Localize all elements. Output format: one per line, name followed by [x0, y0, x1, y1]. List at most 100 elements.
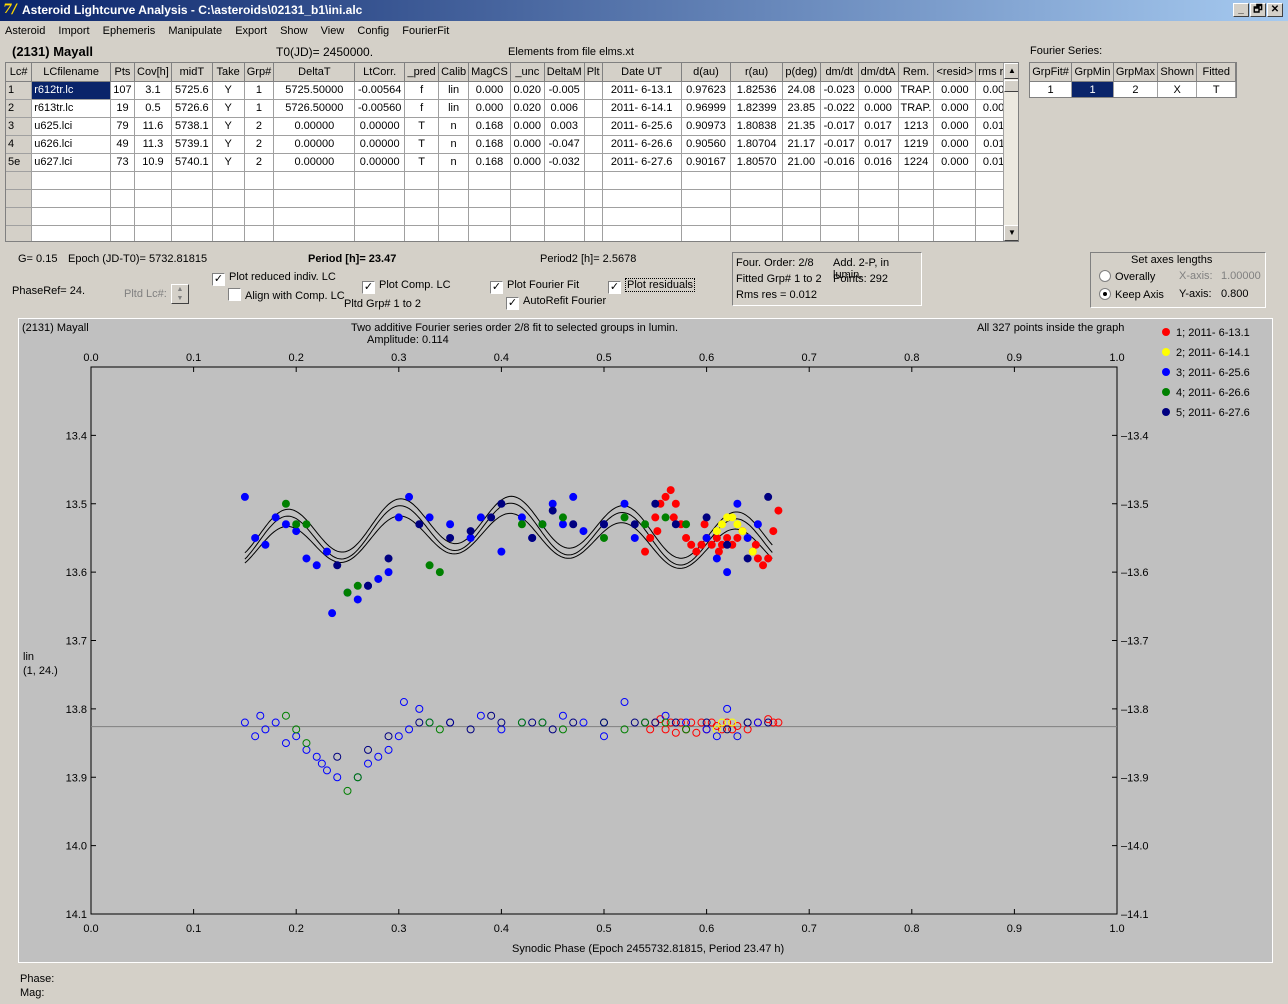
table-cell[interactable] [898, 189, 935, 208]
table-cell[interactable]: -0.00560 [354, 99, 406, 118]
fourier-column-header[interactable]: Fitted [1196, 63, 1236, 82]
row-header[interactable]: 2 [6, 99, 33, 118]
table-cell[interactable] [584, 153, 603, 172]
table-cell[interactable] [858, 225, 899, 241]
table-cell[interactable] [438, 189, 470, 208]
plot-reduced-checkbox[interactable]: ✓ Plot reduced indiv. LC [212, 271, 336, 286]
table-row[interactable]: 2 r613tr.lc 19 0.5 5726.6 Y 1 5726.50000 -0.0056… [6, 99, 1018, 118]
table-cell[interactable]: 0.00000 [354, 117, 406, 136]
table-cell[interactable]: 2011- 6-14.1 [602, 99, 682, 118]
table-cell[interactable]: 19 [110, 99, 135, 118]
table-cell[interactable]: 79 [110, 117, 135, 136]
column-header[interactable]: Plt [584, 63, 603, 82]
table-cell[interactable]: -0.005 [544, 81, 585, 100]
table-row[interactable]: 1 r612tr.lc 107 3.1 5725.6 Y 1 5725.50000 -0.005… [6, 81, 1018, 100]
restore-button[interactable]: 🗗 [1250, 3, 1266, 17]
table-cell[interactable]: 5740.1 [171, 153, 213, 172]
scroll-up-button[interactable]: ▲ [1004, 63, 1018, 79]
y-axis-value[interactable]: 0.800 [1221, 288, 1249, 300]
table-cell[interactable]: 10.9 [134, 153, 172, 172]
table-cell[interactable]: 0.90973 [681, 117, 732, 136]
table-cell[interactable]: 0.90167 [681, 153, 732, 172]
table-cell[interactable] [510, 207, 545, 226]
table-cell[interactable] [858, 207, 899, 226]
table-cell[interactable] [782, 207, 821, 226]
table-cell[interactable]: 0.003 [544, 117, 585, 136]
table-cell[interactable] [468, 189, 511, 208]
table-cell[interactable]: 107 [110, 81, 135, 100]
row-header[interactable]: 5e [6, 153, 33, 172]
table-cell[interactable]: Y [212, 81, 245, 100]
row-header[interactable]: 3 [6, 117, 33, 136]
overally-radio[interactable]: Overally [1099, 270, 1155, 283]
scroll-down-button[interactable]: ▼ [1004, 225, 1018, 241]
menu-import[interactable]: Import [53, 22, 94, 40]
column-header[interactable]: p(deg) [782, 63, 821, 82]
scroll-thumb[interactable] [1004, 80, 1018, 92]
table-cell[interactable]: 5726.6 [171, 99, 213, 118]
table-cell[interactable] [681, 207, 732, 226]
table-cell[interactable]: 1219 [898, 135, 935, 154]
column-header[interactable]: midT [171, 63, 213, 82]
plot-residuals-checkbox[interactable]: ✓ Plot residuals [608, 278, 696, 294]
table-cell[interactable]: 0.020 [510, 81, 545, 100]
table-cell[interactable]: TRAP. [898, 81, 935, 100]
table-cell[interactable] [273, 225, 356, 241]
table-cell[interactable]: r613tr.lc [31, 99, 111, 118]
row-header[interactable] [6, 225, 33, 241]
table-cell[interactable] [468, 225, 511, 241]
table-cell[interactable] [134, 189, 172, 208]
table-cell[interactable] [584, 99, 603, 118]
table-cell[interactable] [354, 225, 406, 241]
table-cell[interactable] [468, 207, 511, 226]
table-cell[interactable]: 5726.50000 [273, 99, 356, 118]
table-cell[interactable]: 0.000 [933, 81, 977, 100]
table-cell[interactable] [730, 207, 783, 226]
column-header[interactable]: MagCS [468, 63, 511, 82]
column-header[interactable]: DeltaT [273, 63, 356, 82]
table-cell[interactable]: 1.80570 [730, 153, 783, 172]
table-cell[interactable] [820, 207, 859, 226]
table-cell[interactable]: 2 [244, 135, 275, 154]
table-cell[interactable]: 2011- 6-13.1 [602, 81, 682, 100]
table-cell[interactable]: 0.00000 [273, 135, 356, 154]
table-cell[interactable] [584, 171, 603, 190]
table-cell[interactable]: 0.168 [468, 117, 511, 136]
table-cell[interactable] [244, 225, 275, 241]
table-cell[interactable] [354, 171, 406, 190]
table-cell[interactable]: 21.17 [782, 135, 821, 154]
column-header[interactable]: <resid> [933, 63, 977, 82]
table-cell[interactable]: 0.168 [468, 153, 511, 172]
table-cell[interactable]: 0.000 [468, 81, 511, 100]
plot-fourier-checkbox[interactable]: ✓ Plot Fourier Fit [490, 279, 579, 294]
table-cell[interactable] [110, 225, 135, 241]
table-cell[interactable]: 1213 [898, 117, 935, 136]
table-cell[interactable] [584, 117, 603, 136]
table-cell[interactable] [273, 171, 356, 190]
table-cell[interactable]: 1.82536 [730, 81, 783, 100]
column-header[interactable]: Cov[h] [134, 63, 172, 82]
table-cell[interactable]: -0.023 [820, 81, 859, 100]
table-cell[interactable]: 0.000 [933, 135, 977, 154]
table-row[interactable]: 3 u625.lci 79 11.6 5738.1 Y 2 0.00000 0.00000 Tn 0… [6, 117, 1018, 136]
table-cell[interactable] [584, 189, 603, 208]
fourier-column-header[interactable]: GrpMax [1113, 63, 1158, 82]
table-cell[interactable]: u626.lci [31, 135, 111, 154]
column-header[interactable]: Lc# [6, 63, 33, 82]
table-cell[interactable] [602, 171, 682, 190]
column-header[interactable]: r(au) [730, 63, 783, 82]
table-cell[interactable]: TRAP. [898, 99, 935, 118]
table-cell[interactable] [898, 225, 935, 241]
table-cell[interactable]: 0.000 [468, 99, 511, 118]
table-cell[interactable]: 0.168 [468, 135, 511, 154]
table-cell[interactable] [933, 225, 977, 241]
table-cell[interactable] [110, 189, 135, 208]
table-cell[interactable] [438, 171, 470, 190]
table-row[interactable]: 4 u626.lci 49 11.3 5739.1 Y 2 0.00000 0.00000 Tn 0… [6, 135, 1018, 154]
column-header[interactable]: _pred [404, 63, 440, 82]
table-cell[interactable]: 0.017 [858, 135, 899, 154]
table-cell[interactable] [858, 171, 899, 190]
table-cell[interactable]: 24.08 [782, 81, 821, 100]
plot-comp-checkbox[interactable]: ✓ Plot Comp. LC [362, 279, 451, 294]
table-cell[interactable]: 2011- 6-27.6 [602, 153, 682, 172]
